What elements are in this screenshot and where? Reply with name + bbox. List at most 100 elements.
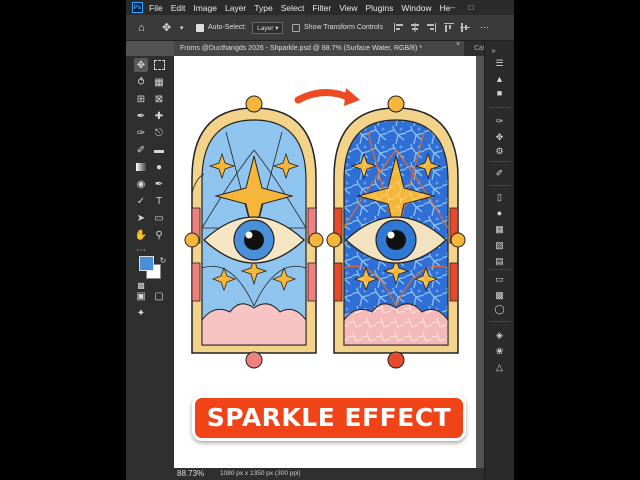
divider xyxy=(489,185,511,186)
minimize-icon[interactable]: – xyxy=(444,0,462,15)
status-bar: 88.73% 1080 px x 1350 px (300 ppi) xyxy=(174,468,514,480)
menu-window[interactable]: Window xyxy=(401,3,431,13)
align-right-icon[interactable] xyxy=(426,23,436,32)
brush-settings-icon[interactable]: ✑ xyxy=(493,115,506,127)
menu-plugins[interactable]: Plugins xyxy=(365,3,393,13)
menu-select[interactable]: Select xyxy=(281,3,305,13)
swatches-icon[interactable]: ▦ xyxy=(493,223,506,235)
divider xyxy=(489,321,511,322)
color-icon[interactable]: ● xyxy=(493,207,506,219)
rectangle-tool-icon[interactable]: ▭ xyxy=(152,211,166,225)
pen-tool-icon[interactable]: ✒ xyxy=(152,177,166,191)
paths-panel-icon[interactable]: △ xyxy=(493,361,506,373)
divider xyxy=(489,161,511,162)
screen-mode-icon[interactable]: ▢ xyxy=(152,289,166,303)
clone-source-icon[interactable]: ⚙ xyxy=(493,145,506,157)
eyedropper-tool-icon[interactable]: ✒ xyxy=(134,109,148,123)
pen-tool-icon[interactable]: ✓ xyxy=(134,194,148,208)
align-top-icon[interactable] xyxy=(444,23,454,32)
align-left-icon[interactable] xyxy=(394,23,404,32)
collapse-panels-icon[interactable]: » xyxy=(487,45,500,57)
channels-icon[interactable]: ❀ xyxy=(493,345,506,357)
gradient-tool-icon[interactable] xyxy=(134,160,148,174)
quick-mask-icon[interactable]: ▣ xyxy=(134,289,148,303)
marquee-tool-icon[interactable] xyxy=(152,58,166,72)
checkbox-unchecked-icon xyxy=(292,23,300,32)
lasso-tool-icon[interactable]: ⥀ xyxy=(134,75,148,89)
crop-tool-icon[interactable]: ⊞ xyxy=(134,92,148,106)
menu-image[interactable]: Image xyxy=(193,3,217,13)
canvas-area: SPARKLE EFFECT xyxy=(174,56,484,468)
menu-file[interactable]: File xyxy=(149,3,163,13)
swap-colors-icon[interactable]: ↻ xyxy=(156,253,170,267)
document-canvas[interactable]: SPARKLE EFFECT xyxy=(174,56,476,468)
brush-tool-icon[interactable]: ✑ xyxy=(134,126,148,140)
menu-edit[interactable]: Edit xyxy=(171,3,186,13)
document-info: 1080 px x 1350 px (300 ppi) xyxy=(220,470,301,477)
blur-tool-icon[interactable]: ● xyxy=(152,160,166,174)
foreground-color-swatch[interactable] xyxy=(139,256,154,271)
frame-tool-icon[interactable]: ⊠ xyxy=(152,92,166,106)
arrow-head-icon xyxy=(344,88,360,106)
character-icon[interactable]: ▭ xyxy=(493,273,506,285)
edit-toolbar-icon[interactable]: ⋯ xyxy=(134,243,148,257)
move-tool-icon[interactable]: ✥ xyxy=(162,15,171,40)
divider xyxy=(489,107,511,108)
adjustments-icon[interactable]: ▲ xyxy=(493,73,506,85)
type-tool-icon[interactable]: T xyxy=(152,194,166,208)
navigator-icon[interactable]: ◯ xyxy=(493,303,506,315)
maximize-icon[interactable]: □ xyxy=(462,0,480,15)
divider xyxy=(489,269,511,270)
menu-bar: Ps File Edit Image Layer Type Select Fil… xyxy=(126,0,514,15)
photoshop-window: Ps File Edit Image Layer Type Select Fil… xyxy=(126,0,514,480)
healing-brush-icon[interactable]: ✚ xyxy=(152,109,166,123)
photoshop-logo: Ps xyxy=(132,2,143,13)
hand-tool-icon[interactable]: ✋ xyxy=(134,228,148,242)
zoom-level[interactable]: 88.73% xyxy=(177,468,204,480)
auto-select-dropdown[interactable]: Layer ▾ xyxy=(252,21,284,34)
paths-icon[interactable]: ✐ xyxy=(493,167,506,179)
eraser-tool-icon[interactable]: ▬ xyxy=(152,143,166,157)
patterns-icon[interactable]: ▤ xyxy=(493,255,506,267)
document-tab-title: Froms @Ducthangds 2026 - Shparkle.psd @ … xyxy=(180,45,422,52)
properties-icon[interactable]: ☰ xyxy=(493,57,506,69)
arrow-icon xyxy=(294,89,354,104)
tool-preset-chevron-icon[interactable]: ▾ xyxy=(180,15,184,40)
show-transform-checkbox[interactable]: Show Transform Controls xyxy=(292,15,383,40)
history-brush-icon[interactable]: ✐ xyxy=(134,143,148,157)
glyphs-icon[interactable]: ▩ xyxy=(493,289,506,301)
align-middle-icon[interactable] xyxy=(460,23,470,32)
auto-select-label: Auto-Select: xyxy=(208,24,247,31)
sparkle-effect-title: SPARKLE EFFECT xyxy=(192,395,466,441)
panel-dock: » ☰ ▲ ■ ✑ ✥ ⚙ ✐ ▯ ● ▦ ▧ ▤ ▭ ▩ ◯ ◈ ❀ △ xyxy=(484,41,514,480)
auto-select-value: Layer xyxy=(257,24,274,32)
libraries-icon[interactable]: ■ xyxy=(493,87,506,99)
stained-glass-original xyxy=(184,95,324,369)
more-options-icon[interactable]: ⋯ xyxy=(480,15,489,40)
dodge-tool-icon[interactable]: ◉ xyxy=(134,177,148,191)
close-icon[interactable]: × xyxy=(456,41,460,48)
clone-stamp-icon[interactable]: ⎋ xyxy=(152,126,166,140)
generative-fill-icon[interactable]: ✦ xyxy=(134,306,148,320)
layers-icon[interactable]: ◈ xyxy=(493,329,506,341)
menu-type[interactable]: Type xyxy=(254,3,272,13)
object-select-tool-icon[interactable]: ▦ xyxy=(152,75,166,89)
comments-icon[interactable]: ▯ xyxy=(493,191,506,203)
document-tab-bar: Froms @Ducthangds 2026 - Shparkle.psd @ … xyxy=(174,41,514,56)
options-bar: ⌂ ✥ ▾ Auto-Select: Layer ▾ Show Transfor… xyxy=(126,15,514,41)
auto-select-checkbox[interactable]: Auto-Select: Layer ▾ xyxy=(196,15,284,40)
align-center-icon[interactable] xyxy=(410,23,420,32)
tools-panel: ✥ ⥀ ▦ ⊞ ⊠ ✒ ✚ ✑ ⎋ ✐ ▬ ● ◉ ✒ ✓ T ➤ ▭ ✋ ⚲ … xyxy=(126,56,174,480)
menu-view[interactable]: View xyxy=(339,3,357,13)
document-tab[interactable]: Froms @Ducthangds 2026 - Shparkle.psd @ … xyxy=(174,41,464,56)
move-tool-icon[interactable]: ✥ xyxy=(134,58,148,72)
menu-filter[interactable]: Filter xyxy=(312,3,331,13)
home-icon[interactable]: ⌂ xyxy=(138,15,145,40)
zoom-tool-icon[interactable]: ⚲ xyxy=(152,228,166,242)
brushes-icon[interactable]: ✥ xyxy=(493,131,506,143)
path-select-icon[interactable]: ➤ xyxy=(134,211,148,225)
menu-layer[interactable]: Layer xyxy=(225,3,246,13)
gradients-icon[interactable]: ▧ xyxy=(493,239,506,251)
screen: Ps File Edit Image Layer Type Select Fil… xyxy=(0,0,640,480)
stained-glass-sparkle xyxy=(326,95,466,369)
